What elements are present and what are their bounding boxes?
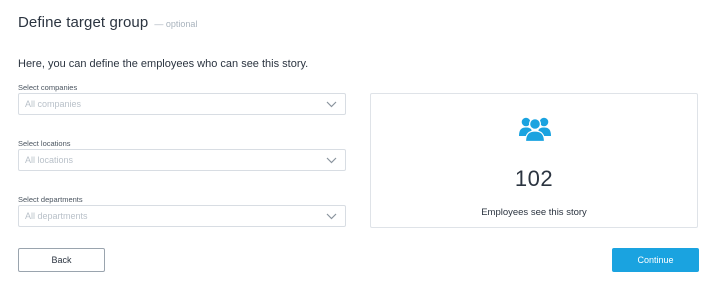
intro-text: Here, you can define the employees who c… bbox=[18, 58, 309, 70]
chevron-down-icon bbox=[325, 156, 337, 164]
locations-select-value: All locations bbox=[25, 155, 74, 165]
companies-select-value: All companies bbox=[25, 99, 82, 109]
continue-button[interactable]: Continue bbox=[612, 248, 699, 272]
page-title: Define target group bbox=[18, 14, 149, 31]
chevron-down-icon bbox=[325, 100, 337, 108]
locations-select[interactable]: All locations bbox=[18, 149, 346, 171]
companies-label: Select companies bbox=[18, 83, 78, 92]
target-group-page: Define target group — optional Here, you… bbox=[0, 0, 714, 287]
employee-count: 102 bbox=[514, 166, 554, 191]
back-button-label: Back bbox=[51, 255, 72, 265]
page-header: Define target group — optional bbox=[18, 14, 197, 31]
back-button[interactable]: Back bbox=[18, 248, 105, 272]
continue-button-label: Continue bbox=[637, 255, 674, 265]
departments-select[interactable]: All departments bbox=[18, 205, 346, 227]
departments-label: Select departments bbox=[18, 195, 83, 204]
companies-select[interactable]: All companies bbox=[18, 93, 346, 115]
audience-summary-card: 102 Employees see this story bbox=[370, 93, 698, 228]
users-group-icon bbox=[518, 114, 552, 143]
locations-label: Select locations bbox=[18, 139, 71, 148]
employee-count-caption: Employees see this story bbox=[481, 207, 587, 218]
optional-tag: — optional bbox=[154, 19, 198, 29]
departments-select-value: All departments bbox=[25, 211, 88, 221]
chevron-down-icon bbox=[325, 212, 337, 220]
